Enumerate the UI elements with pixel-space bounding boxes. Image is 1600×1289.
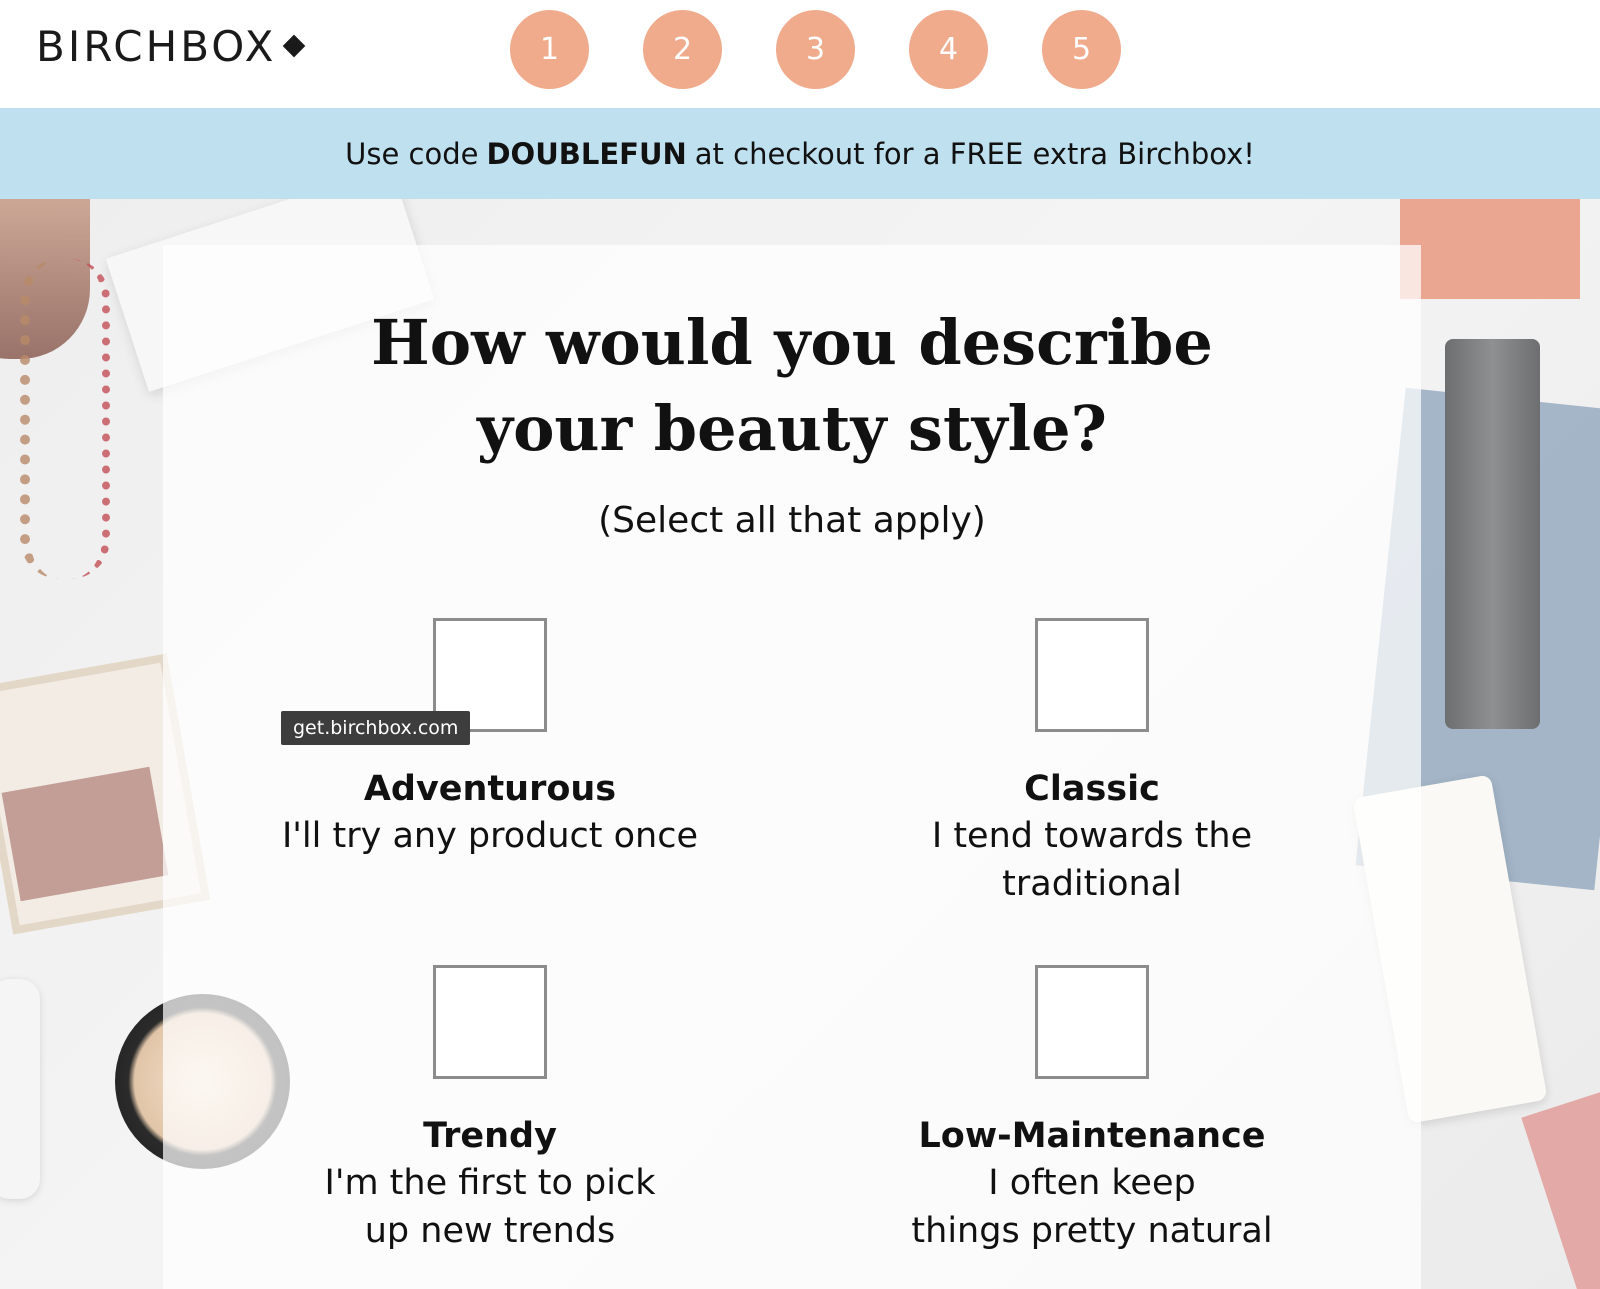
url-tooltip: get.birchbox.com xyxy=(281,711,471,745)
step-1[interactable]: 1 xyxy=(510,10,589,89)
option-desc-line-1: I'll try any product once xyxy=(281,816,699,856)
necklace-image xyxy=(20,259,110,579)
promo-code: DOUBLEFUN xyxy=(486,136,687,171)
gift-box-image xyxy=(1400,199,1580,299)
checkbox-trendy[interactable] xyxy=(433,965,547,1079)
option-title: Classic xyxy=(1024,769,1160,809)
option-desc-line-1: I'm the first to pick xyxy=(324,1163,656,1203)
option-classic[interactable]: Classic I tend towards the traditional xyxy=(832,618,1352,908)
promo-text-after: at checkout for a FREE extra Birchbox! xyxy=(694,136,1255,171)
hair-product-tube-image xyxy=(1445,339,1540,729)
birchbox-logo[interactable]: BIRCHBOX xyxy=(36,21,306,71)
option-low-maintenance[interactable]: Low-Maintenance I often keep things pret… xyxy=(832,965,1352,1255)
option-title: Trendy xyxy=(423,1116,557,1156)
checkbox-low-maintenance[interactable] xyxy=(1035,965,1149,1079)
step-3[interactable]: 3 xyxy=(776,10,855,89)
step-indicator: 1 2 3 4 5 xyxy=(510,10,1121,89)
option-desc-line-2: traditional xyxy=(1002,864,1182,904)
question-subtitle: (Select all that apply) xyxy=(598,500,986,541)
promo-text-before: Use code xyxy=(345,136,479,171)
header: BIRCHBOX 1 2 3 4 5 xyxy=(0,0,1600,108)
question-title-line-1: How would you describe xyxy=(371,306,1213,379)
option-title: Low-Maintenance xyxy=(918,1116,1266,1156)
step-4[interactable]: 4 xyxy=(909,10,988,89)
bottle-image xyxy=(0,979,40,1199)
logo-text: BIRCHBOX xyxy=(36,21,277,71)
option-title: Adventurous xyxy=(363,769,617,809)
option-desc-line-1: I often keep xyxy=(988,1163,1196,1203)
pink-fabric-image xyxy=(1521,1089,1600,1289)
option-desc-line-2: things pretty natural xyxy=(911,1211,1273,1251)
option-desc-line-2: up new trends xyxy=(364,1211,616,1251)
promo-banner: Use code DOUBLEFUN at checkout for a FRE… xyxy=(0,108,1600,199)
question-title: How would you describe your beauty style… xyxy=(163,300,1421,472)
step-2[interactable]: 2 xyxy=(643,10,722,89)
step-5[interactable]: 5 xyxy=(1042,10,1121,89)
diamond-icon xyxy=(283,34,306,58)
question-title-line-2: your beauty style? xyxy=(477,392,1107,465)
checkbox-classic[interactable] xyxy=(1035,618,1149,732)
option-desc-line-1: I tend towards the xyxy=(931,816,1253,856)
option-trendy[interactable]: Trendy I'm the first to pick up new tren… xyxy=(230,965,750,1255)
